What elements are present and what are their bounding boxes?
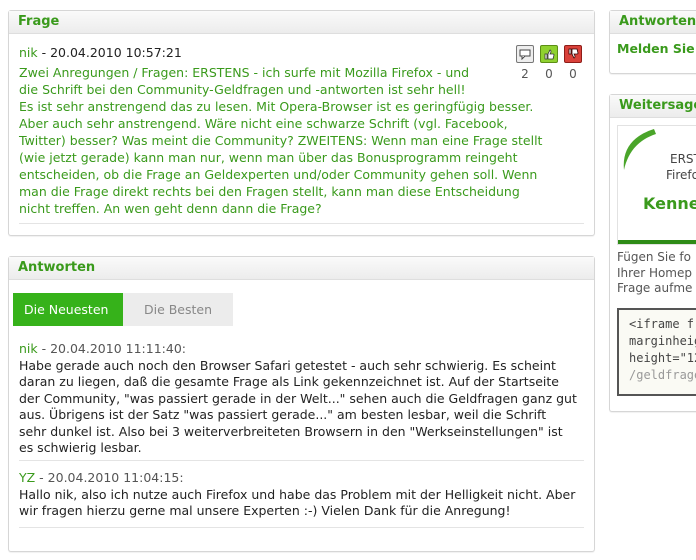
question-header: Frage <box>9 11 594 34</box>
comment-icon[interactable] <box>516 45 534 63</box>
divider <box>19 527 584 528</box>
question-text[interactable]: Zwei Anregungen / Fragen: ERSTENS - ich … <box>19 64 584 217</box>
tab-newest[interactable]: Die Neuesten <box>13 293 123 326</box>
answer-meta: YZ - 20.04.2010 11:04:15: <box>19 470 582 487</box>
thumbs-down-icon[interactable] <box>564 45 582 63</box>
question-line: man die Frage direkt rechts bei den Frag… <box>19 184 520 199</box>
answer-line: Hallo nik, also ich nutze auch Firefox u… <box>19 486 576 502</box>
question-author-link[interactable]: nik <box>19 45 38 60</box>
answer-datetime: - 20.04.2010 11:04:15: <box>35 470 184 485</box>
question-datetime: - 20.04.2010 10:57:21 <box>37 45 182 60</box>
code-line: marginheig <box>629 334 696 348</box>
divider <box>19 223 584 224</box>
description-line: Frage aufme <box>617 281 693 295</box>
answer-line: Habe gerade auch noch den Browser Safari… <box>19 357 556 373</box>
answer-item: YZ - 20.04.2010 11:04:15: Hallo nik, als… <box>19 470 582 520</box>
answers-panel: Antworten Die Neuesten Die Besten nik - … <box>8 256 595 552</box>
answer-datetime: - 20.04.2010 11:11:40: <box>37 341 186 356</box>
code-line: <iframe fra <box>629 317 696 331</box>
answer-item: nik - 20.04.2010 11:11:40: Habe gerade a… <box>19 341 582 457</box>
banner-bar <box>618 240 696 244</box>
answers-tabs: Die Neuesten Die Besten <box>13 293 233 326</box>
question-line: nicht treffen. An wen geht denn dann die… <box>19 201 322 216</box>
answer-line: es schwierig lesbar. <box>19 440 142 455</box>
question-line: die Schrift bei den Community-Geldfragen… <box>19 82 466 97</box>
answer-author-link[interactable]: nik <box>19 341 38 356</box>
description-line: Fügen Sie fo <box>617 250 691 264</box>
answer-line: aus. Übrigens ist der Satz "was passiert… <box>19 407 547 422</box>
answer-author-link[interactable]: YZ <box>19 470 35 485</box>
tab-best[interactable]: Die Besten <box>123 293 233 326</box>
sidebar-login-link[interactable]: Melden Sie s <box>617 41 696 56</box>
description-line: Ihrer Homep <box>617 265 692 280</box>
share-description: Fügen Sie fo Ihrer Homep Frage aufme <box>617 250 692 297</box>
question-line: (wie jetzt gerade) kann man nur, wenn ma… <box>19 150 518 165</box>
swoosh-icon <box>623 129 656 170</box>
answer-meta: nik - 20.04.2010 11:11:40: <box>19 341 582 358</box>
answer-line: wir fragen hierzu gerne mal unsere Exper… <box>19 503 511 518</box>
answers-header: Antworten <box>9 257 594 280</box>
share-banner[interactable]: ERST Firefo Kenne <box>617 125 696 245</box>
question-meta: nik - 20.04.2010 10:57:21 <box>19 45 182 60</box>
question-line: entscheiden, ob die Frage an Geldexperte… <box>19 167 538 182</box>
sidebar-answers-box: Antworten Melden Sie s <box>609 10 696 74</box>
banner-line: Firefo <box>666 168 696 182</box>
question-actions <box>516 45 582 63</box>
question-line: Es ist sehr anstrengend das zu lesen. Mi… <box>19 99 534 114</box>
thumbs-up-icon[interactable] <box>540 45 558 63</box>
answer-line: daran zu liegen, daß die gesamte Frage a… <box>19 374 559 389</box>
question-line: Zwei Anregungen / Fragen: ERSTENS - ich … <box>19 65 470 80</box>
divider <box>19 460 584 461</box>
question-panel: Frage nik - 20.04.2010 10:57:21 2 0 0 Zw… <box>8 10 595 236</box>
sidebar-share-header: Weitersage <box>610 95 696 118</box>
embed-code-box[interactable]: <iframe fra marginheig height="12 /geldf… <box>617 308 696 396</box>
answer-line: der Community, "was passiert gerade in d… <box>19 390 577 406</box>
banner-line: ERST <box>670 152 696 166</box>
answer-line: sehr dunkel ist. Also bei 3 weiterverbre… <box>19 423 563 439</box>
code-line: height="12 <box>629 351 696 365</box>
code-line: /geldfrage <box>629 368 696 382</box>
banner-line: Kenne <box>643 194 696 213</box>
sidebar-answers-header: Antworten <box>610 11 696 34</box>
question-line: Aber auch sehr anstrengend. Wäre nicht e… <box>19 116 508 131</box>
question-line: Twitter) besser? Was meint die Community… <box>19 133 543 148</box>
